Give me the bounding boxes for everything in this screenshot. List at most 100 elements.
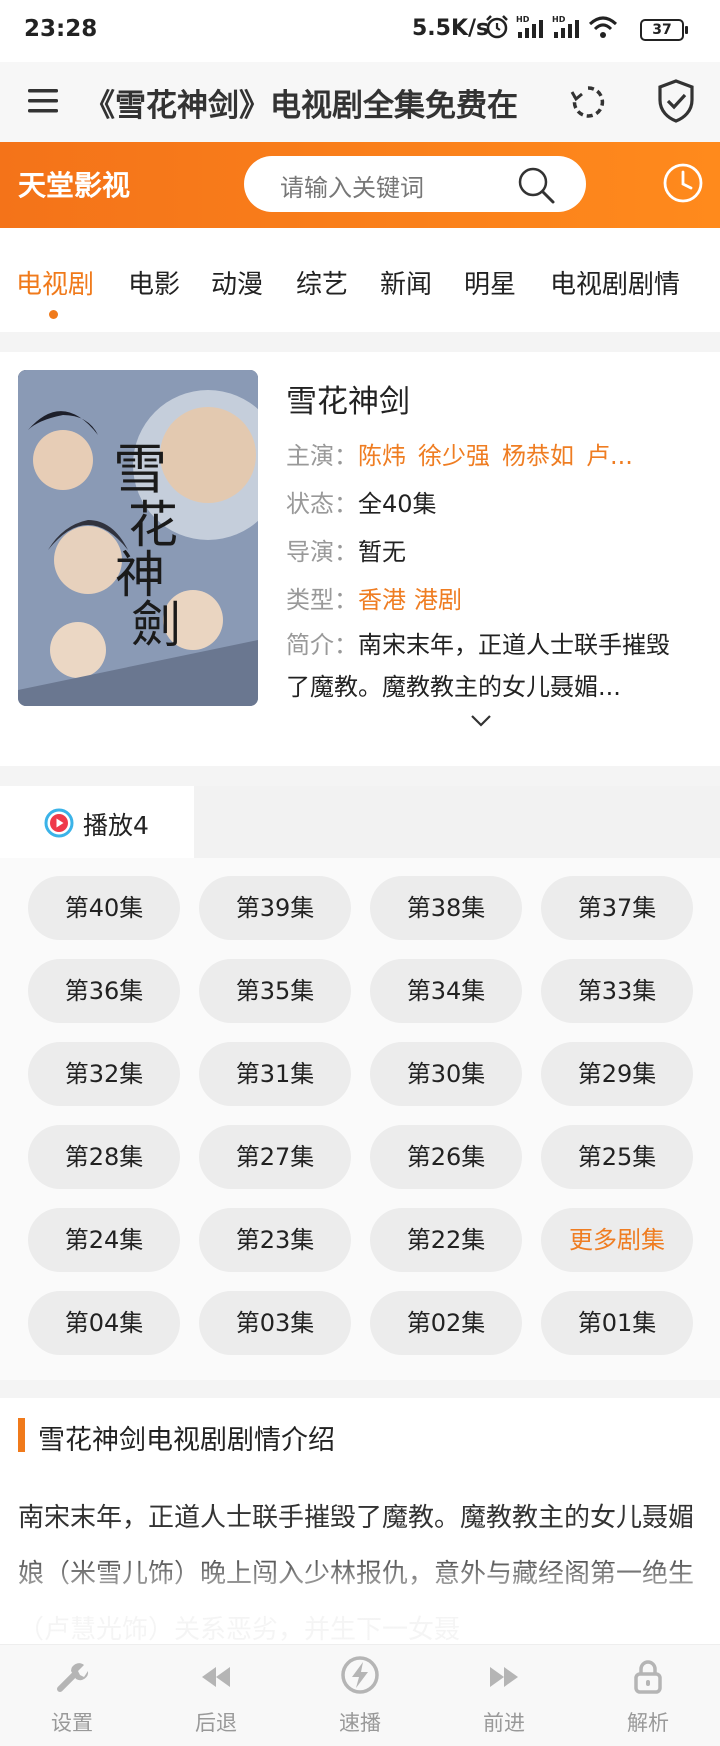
show-title: 雪花神剑	[286, 384, 410, 420]
episode-button[interactable]: 第31集	[199, 1042, 351, 1106]
bottom-navigation: 设置 后退 速播 前进 解析	[0, 1644, 720, 1746]
episode-grid: 第40集 第39集 第38集 第37集 第36集 第35集 第34集 第33集 …	[0, 858, 720, 1380]
poster-title-char-1: 雪	[113, 438, 167, 501]
nav-quick-play[interactable]: 速播	[288, 1645, 432, 1746]
episode-button[interactable]: 第27集	[199, 1125, 351, 1189]
episode-button[interactable]: 第38集	[370, 876, 522, 940]
nav-label: 后退	[195, 1711, 237, 1735]
episode-button[interactable]: 第34集	[370, 959, 522, 1023]
episode-button[interactable]: 第39集	[199, 876, 351, 940]
tab-stars[interactable]: 明星	[464, 264, 516, 301]
episode-button[interactable]: 第02集	[370, 1291, 522, 1355]
divider	[0, 332, 720, 352]
episode-button[interactable]: 第28集	[28, 1125, 180, 1189]
play-circle-icon	[44, 808, 74, 838]
history-clock-icon[interactable]	[662, 162, 704, 204]
status-label: 状态：	[286, 490, 358, 518]
section-accent-bar	[18, 1418, 25, 1452]
tab-variety[interactable]: 综艺	[296, 264, 348, 301]
alarm-icon	[486, 15, 508, 39]
director-row: 导演：暂无	[286, 532, 406, 567]
episode-button[interactable]: 第24集	[28, 1208, 180, 1272]
rewind-icon	[202, 1667, 230, 1687]
episode-button[interactable]: 第40集	[28, 876, 180, 940]
episode-button[interactable]: 第23集	[199, 1208, 351, 1272]
svg-text:HD: HD	[516, 15, 530, 24]
episode-button[interactable]: 第29集	[541, 1042, 693, 1106]
status-value: 全40集	[358, 490, 437, 518]
cast-link[interactable]: 卢...	[586, 442, 633, 470]
lock-icon	[634, 1660, 662, 1694]
genre-link[interactable]: 港剧	[414, 586, 462, 614]
poster-image[interactable]: 雪 花 神 劍	[18, 370, 258, 706]
nav-forward[interactable]: 前进	[432, 1645, 576, 1746]
tab-tv-series[interactable]: 电视剧	[16, 264, 94, 301]
episode-button[interactable]: 第37集	[541, 876, 693, 940]
nav-label: 前进	[483, 1711, 525, 1735]
nav-parse[interactable]: 解析	[576, 1645, 720, 1746]
synopsis: 简介：南宋末年，正道人士联手摧毁了魔教。魔教教主的女儿聂媚...	[286, 624, 682, 708]
cast-link[interactable]: 杨恭如	[502, 442, 574, 470]
page-title: 《雪花神剑》电视剧全集免费在	[84, 88, 518, 124]
wrench-icon	[57, 1663, 89, 1692]
episode-button[interactable]: 第04集	[28, 1291, 180, 1355]
category-tabs: 电视剧 电影 动漫 综艺 新闻 明星 电视剧剧情	[0, 228, 720, 332]
play-source-tab[interactable]: 播放4	[0, 786, 194, 858]
director-value: 暂无	[358, 538, 406, 566]
tab-tv-plots[interactable]: 电视剧剧情	[550, 264, 680, 301]
search-icon[interactable]	[514, 163, 558, 207]
plot-section-title: 雪花神剑电视剧剧情介绍	[38, 1425, 335, 1456]
tab-news[interactable]: 新闻	[380, 264, 432, 301]
site-header: 天堂影视 请输入关键词	[0, 142, 720, 228]
show-detail-card: 雪 花 神 劍 雪花神剑 主演：陈炜 徐少强 杨恭如 卢... 状态：全40集 导演：…	[0, 352, 720, 766]
cast-link[interactable]: 徐少强	[418, 442, 490, 470]
genre-label: 类型：	[286, 586, 358, 614]
active-tab-indicator	[49, 310, 58, 319]
more-episodes-button[interactable]: 更多剧集	[541, 1208, 693, 1272]
episode-button[interactable]: 第22集	[370, 1208, 522, 1272]
tab-movies[interactable]: 电影	[128, 264, 180, 301]
play-source-bar: 播放4	[0, 786, 720, 858]
nav-settings[interactable]: 设置	[0, 1645, 144, 1746]
episode-button[interactable]: 第32集	[28, 1042, 180, 1106]
nav-label: 解析	[627, 1711, 669, 1735]
episode-button[interactable]: 第30集	[370, 1042, 522, 1106]
battery-indicator: 37	[640, 19, 688, 41]
tab-anime[interactable]: 动漫	[211, 264, 263, 301]
director-label: 导演：	[286, 538, 358, 566]
app-screen: 23:28 5.5K/s HD HD 37 《雪花神剑》电视剧全集免费在 天堂影…	[0, 0, 720, 1746]
hamburger-menu-icon[interactable]	[26, 86, 60, 116]
search-input[interactable]: 请输入关键词	[280, 168, 424, 203]
svg-text:HD: HD	[552, 15, 566, 24]
lightning-icon	[341, 1656, 379, 1694]
status-bar: 23:28 5.5K/s HD HD 37	[0, 0, 720, 62]
episode-button[interactable]: 第36集	[28, 959, 180, 1023]
episode-button[interactable]: 第35集	[199, 959, 351, 1023]
network-speed: 5.5K/s	[412, 16, 490, 41]
reload-icon[interactable]	[568, 82, 608, 122]
fast-forward-icon	[490, 1667, 518, 1687]
shield-icon[interactable]	[656, 78, 696, 124]
wifi-icon	[588, 16, 618, 38]
genre-link[interactable]: 香港	[358, 586, 406, 614]
chevron-down-icon[interactable]	[470, 714, 492, 728]
status-icons: HD HD	[484, 14, 618, 40]
nav-label: 设置	[51, 1711, 93, 1735]
nav-back[interactable]: 后退	[144, 1645, 288, 1746]
plot-section: 雪花神剑电视剧剧情介绍 南宋末年，正道人士联手摧毁了魔教。魔教教主的女儿聂媚娘（…	[0, 1398, 720, 1644]
episode-button[interactable]: 第26集	[370, 1125, 522, 1189]
episode-button[interactable]: 第01集	[541, 1291, 693, 1355]
status-time: 23:28	[24, 16, 98, 42]
browser-title-bar: 《雪花神剑》电视剧全集免费在	[0, 62, 720, 142]
episode-button[interactable]: 第25集	[541, 1125, 693, 1189]
genre-row: 类型：香港 港剧	[286, 580, 474, 615]
cast-link[interactable]: 陈炜	[358, 442, 406, 470]
play-source-label: 播放4	[83, 811, 149, 840]
episode-button[interactable]: 第33集	[541, 959, 693, 1023]
cast-row: 主演：陈炜 徐少强 杨恭如 卢...	[286, 436, 645, 471]
site-logo[interactable]: 天堂影视	[18, 164, 130, 204]
episode-button[interactable]: 第03集	[199, 1291, 351, 1355]
search-box[interactable]: 请输入关键词	[244, 156, 586, 212]
signal-hd-icon: HD	[516, 15, 543, 38]
status-row: 状态：全40集	[286, 484, 437, 519]
